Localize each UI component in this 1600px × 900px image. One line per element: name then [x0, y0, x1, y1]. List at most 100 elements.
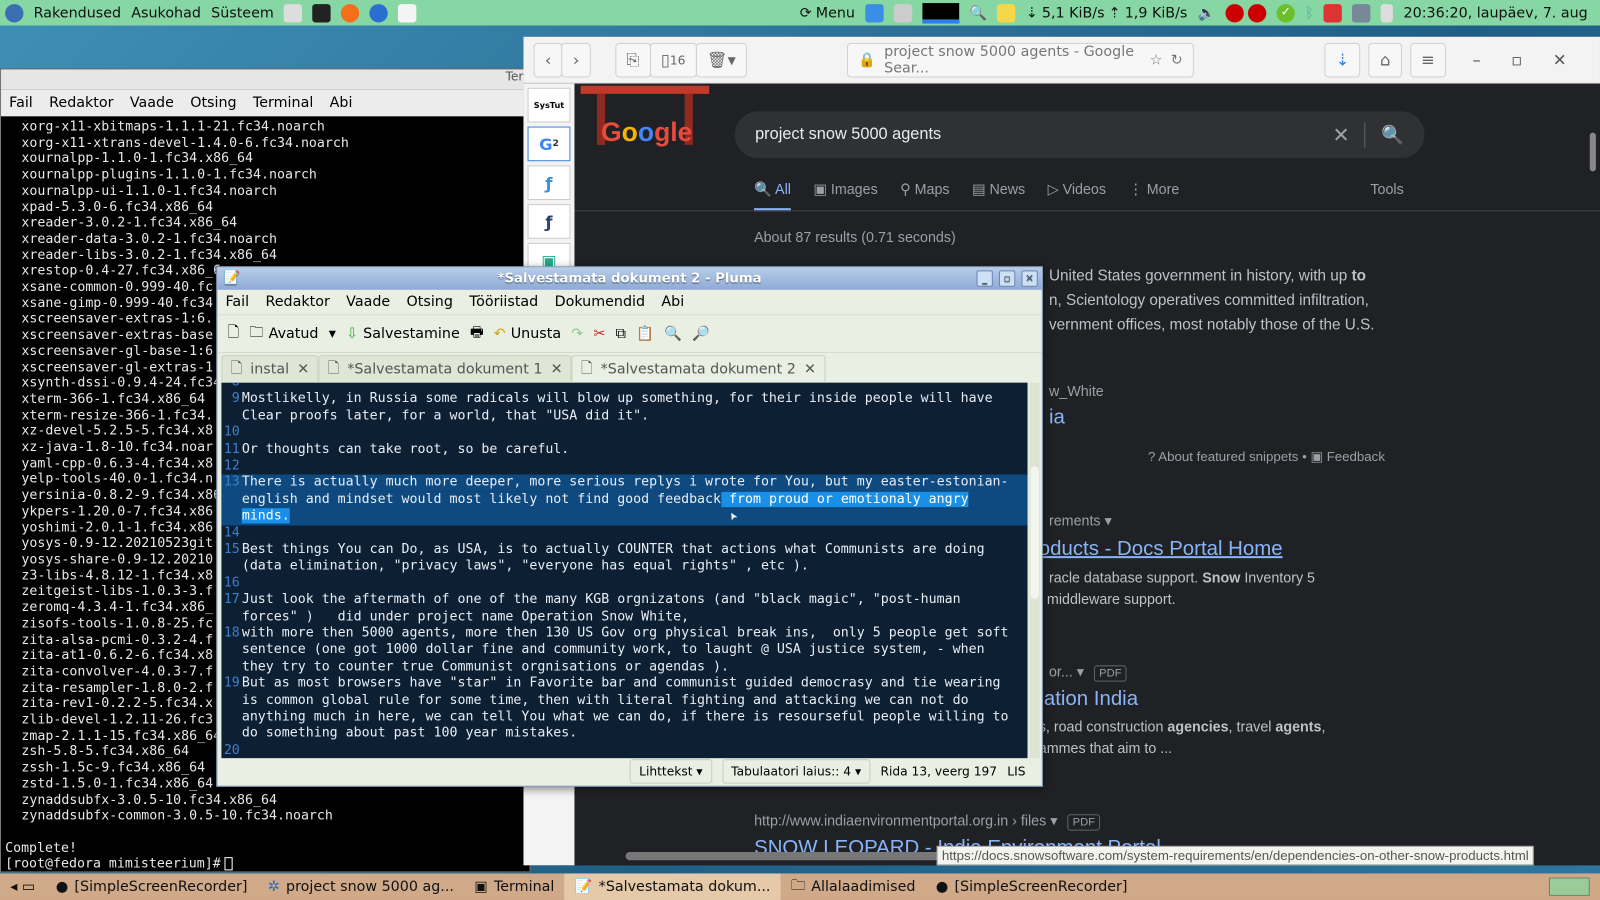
editor-line[interactable]: 10	[221, 425, 1027, 442]
tab-instal[interactable]: 🗋 instal ✕	[221, 355, 319, 382]
show-desktop-button[interactable]: ◂ ▭	[0, 873, 46, 900]
clock[interactable]: 20:36:20, laupäev, 7. aug	[1398, 5, 1600, 21]
editor-line[interactable]: 9 Mostlikelly, in Russia some radicals wi…	[221, 391, 1027, 408]
network-icon[interactable]	[1347, 3, 1376, 22]
task-downloads[interactable]: 🗀 Allalaadimised	[781, 873, 926, 900]
system-monitor-graph[interactable]	[917, 2, 964, 23]
close-tab-icon[interactable]: ✕	[297, 361, 309, 377]
download-button[interactable]: ⇣	[1324, 42, 1361, 78]
tab-document-2[interactable]: 🗋 *Salvestamata dokument 2 ✕	[571, 355, 826, 382]
terminal-menu-terminal[interactable]: Terminal	[245, 95, 322, 111]
task-pluma[interactable]: 📝 *Salvestamata dokum...	[564, 873, 781, 900]
editor-line[interactable]: english and mindset would most likely no…	[221, 491, 1028, 509]
open-dropdown-button[interactable]: ▾	[329, 326, 336, 342]
editor-line[interactable]: 11 Or thoughts can take root, so be caref…	[221, 441, 1027, 458]
pluma-titlebar[interactable]: 📝 *Salvestamata dokument 2 - Pluma _ ▫ ✕	[217, 267, 1042, 290]
paste-button[interactable]: 📋	[636, 326, 654, 342]
wiki-url[interactable]: w_White	[1049, 383, 1104, 399]
editor-line[interactable]: 20	[221, 743, 1027, 759]
new-tab-button[interactable]: ⎘	[615, 42, 651, 78]
editor-line[interactable]: is common global rule for some time, the…	[221, 692, 1027, 709]
terminal-menu-otsing[interactable]: Otsing	[182, 95, 245, 111]
trash-button[interactable]: 🗑▾	[695, 42, 747, 78]
terminal-menu-abi[interactable]: Abi	[321, 95, 360, 111]
result-1-title-link[interactable]: oducts - Docs Portal Home	[1039, 538, 1283, 561]
result-2-title-link[interactable]: ation India	[1044, 688, 1138, 711]
editor-line[interactable]: 8	[221, 383, 1027, 392]
open-button[interactable]: 🗀 Avatud	[249, 321, 318, 345]
language-dropdown[interactable]: Lihttekst ▾	[629, 759, 712, 784]
terminal-menu-redaktor[interactable]: Redaktor	[41, 95, 122, 111]
editor-line[interactable]: 14	[221, 525, 1027, 542]
address-bar[interactable]: 🔒 project snow 5000 agents - Google Sear.…	[846, 42, 1194, 78]
menu-system[interactable]: Süsteem	[206, 5, 279, 21]
editor-line[interactable]: 18 with more then 5000 agents, more then …	[221, 626, 1027, 643]
tab-document-1[interactable]: 🗋 *Salvestamata dokument 1 ✕	[318, 355, 572, 382]
editor-line[interactable]: sentence (one got 1000 dollar fine and c…	[221, 642, 1027, 659]
menu-vaade[interactable]: Vaade	[338, 294, 398, 310]
task-screenrecorder-2[interactable]: ● [SimpleScreenRecorder]	[926, 873, 1138, 900]
editor-line[interactable]: 15 Best things You can Do, as USA, is to …	[221, 542, 1027, 559]
editor-line[interactable]: anything much in here, we can tell You w…	[221, 709, 1027, 726]
red-status-icon[interactable]	[1220, 3, 1271, 22]
editor-line[interactable]: minds.	[221, 508, 1028, 526]
volume-icon[interactable]: 🔈	[1192, 5, 1220, 21]
result-2-breadcrumb[interactable]: or... ▾ PDF	[1049, 663, 1127, 682]
tab-more[interactable]: ⋮ More	[1128, 181, 1179, 212]
editor-line[interactable]: 12	[221, 458, 1027, 475]
wiki-title-link[interactable]: ia	[1049, 406, 1065, 429]
menu-otsing[interactable]: Otsing	[398, 294, 461, 310]
editor-line[interactable]: 13 There is actually much more deeper, mo…	[221, 474, 1028, 492]
tab-maps[interactable]: ⚲ Maps	[900, 181, 949, 212]
menu-applications[interactable]: Rakendused	[29, 5, 127, 21]
print-button[interactable]: 🖶	[470, 321, 483, 345]
terminal-prompt[interactable]: [root@fedora mimisteerium]#	[5, 856, 349, 872]
forward-button[interactable]: ›	[561, 42, 591, 78]
tools-button[interactable]: Tools	[1370, 181, 1403, 197]
notes-icon[interactable]	[992, 3, 1021, 22]
firewall-icon[interactable]	[1319, 3, 1348, 22]
systut-bookmark-icon[interactable]: SysTut	[527, 87, 571, 123]
menu-fail[interactable]: Fail	[217, 294, 257, 310]
close-button[interactable]: ✕	[1553, 50, 1567, 69]
feedback-link[interactable]: Feedback	[1327, 449, 1385, 464]
editor-line[interactable]: 16	[221, 575, 1027, 592]
task-terminal[interactable]: ▣ Terminal	[464, 873, 564, 900]
workspace-switcher[interactable]	[1539, 873, 1600, 900]
close-tab-icon[interactable]: ✕	[551, 361, 563, 377]
editor-line[interactable]: 19 But as most browsers have "star" in Fa…	[221, 676, 1027, 693]
editor-line[interactable]: (data elimination, "privacy laws", "ever…	[221, 559, 1027, 576]
search-icon[interactable]: 🔍	[964, 5, 992, 21]
text-editor-launcher-icon[interactable]	[393, 3, 422, 22]
about-snippets-link[interactable]: About featured snippets	[1158, 449, 1298, 464]
google-bookmark-icon[interactable]: G2	[527, 126, 571, 162]
minimize-button[interactable]: –	[1472, 50, 1480, 69]
search-icon[interactable]: 🔍	[1365, 124, 1404, 145]
minimize-button[interactable]: _	[976, 270, 993, 287]
terminal-titlebar[interactable]: Ter	[1, 69, 530, 90]
text-editor[interactable]: 89Mostlikelly, in Russia some radicals w…	[221, 382, 1028, 759]
replace-button[interactable]: 🔎	[692, 326, 710, 342]
editor-scrollbar[interactable]	[1029, 382, 1040, 759]
search-input[interactable]: project snow 5000 agents ✕ 🔍	[734, 111, 1425, 159]
menu-abi[interactable]: Abi	[653, 294, 692, 310]
clear-search-icon[interactable]: ✕	[1332, 121, 1365, 148]
copy-button[interactable]: ⧉	[616, 326, 626, 342]
tab-videos[interactable]: ▷ Videos	[1048, 181, 1106, 212]
menu-tooriistad[interactable]: Tööriistad	[461, 294, 546, 310]
back-button[interactable]: ‹	[533, 42, 563, 78]
editor-line[interactable]: 17 Just look the aftermath of one of the …	[221, 592, 1027, 609]
tab-news[interactable]: ▤ News	[972, 181, 1025, 212]
firefox-launcher-icon[interactable]	[336, 3, 365, 22]
battery-icon[interactable]	[1376, 3, 1398, 22]
undo-button[interactable]: ↶ Unusta	[494, 326, 561, 342]
tabs-button[interactable]: ▯ 16	[649, 42, 697, 78]
cut-button[interactable]: ✂	[593, 326, 605, 342]
reload-icon[interactable]: ↻	[1171, 52, 1183, 68]
menu-button[interactable]: ⟳ Menu	[795, 5, 860, 21]
task-screenrecorder-1[interactable]: ● [SimpleScreenRecorder]	[46, 873, 258, 900]
close-button[interactable]: ✕	[1021, 270, 1038, 287]
bluetooth-icon[interactable]: ᛒ	[1300, 5, 1319, 21]
close-tab-icon[interactable]: ✕	[804, 361, 816, 377]
maximize-button[interactable]: ▫	[998, 270, 1016, 287]
